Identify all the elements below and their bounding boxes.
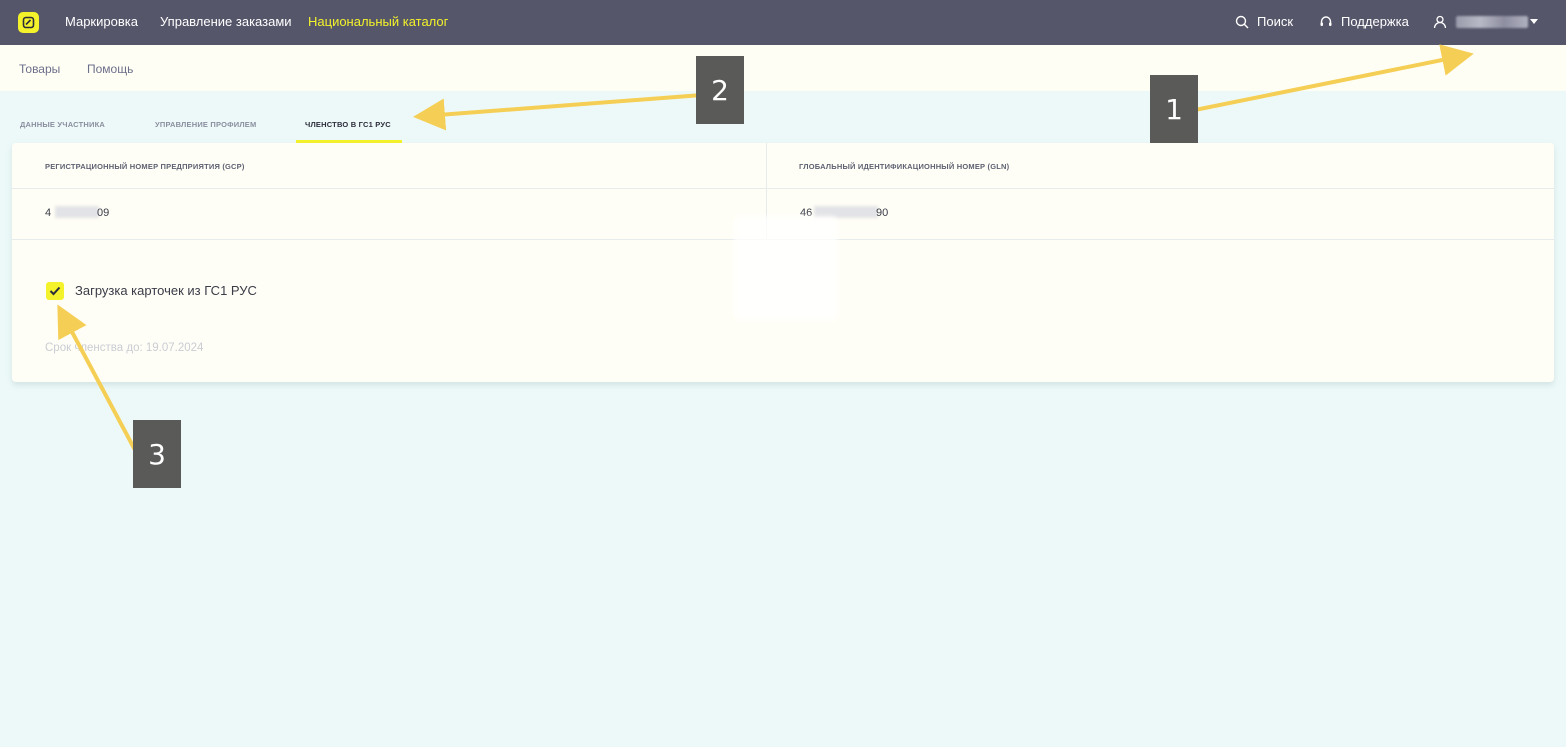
sub-navigation-bar: Товары Помощь [0, 45, 1566, 91]
load-cards-checkbox[interactable] [46, 282, 64, 300]
load-cards-label[interactable]: Загрузка карточек из ГС1 РУС [75, 283, 257, 298]
gcp-label: Регистрационный номер предприятия (GCP) [45, 162, 245, 171]
gln-label: Глобальный идентификационный номер (GLN) [799, 162, 1010, 171]
gln-value-end: 90 [876, 207, 889, 219]
checkmark-icon [49, 286, 61, 296]
user-icon[interactable] [1433, 15, 1447, 29]
nav-item-order-management[interactable]: Управление заказами [160, 14, 292, 29]
search-icon [1235, 15, 1249, 28]
nav-item-marking[interactable]: Маркировка [65, 14, 138, 29]
tab-gs1-membership[interactable]: Членство в ГС1 РУС [305, 120, 391, 129]
headset-icon [1320, 15, 1332, 26]
search-link[interactable]: Поиск [1235, 14, 1293, 29]
support-link[interactable]: Поддержка [1319, 14, 1409, 29]
card-header-row: Регистрационный номер предприятия (GCP) … [12, 143, 1554, 189]
support-label: Поддержка [1341, 14, 1409, 29]
user-name-redacted[interactable] [1456, 16, 1528, 28]
subnav-goods[interactable]: Товары [19, 62, 60, 76]
search-label: Поиск [1257, 14, 1294, 29]
membership-card: Регистрационный номер предприятия (GCP) … [12, 143, 1554, 382]
subnav-help[interactable]: Помощь [87, 62, 133, 76]
nav-item-national-catalog[interactable]: Национальный каталог [308, 14, 448, 29]
ghost-overlay [734, 216, 838, 320]
annotation-marker-2: 2 [696, 56, 744, 124]
membership-expiry: Срок членства до: 19.07.2024 [45, 342, 204, 354]
annotation-marker-3: 3 [133, 420, 181, 488]
caret-down-icon[interactable] [1530, 19, 1538, 24]
logo-icon[interactable] [18, 12, 39, 33]
gcp-value-end: 09 [97, 207, 110, 219]
top-navigation-bar: Маркировка Управление заказами Националь… [0, 0, 1566, 45]
gcp-value-redacted [55, 206, 99, 218]
tab-participant-data[interactable]: Данные участника [20, 120, 105, 129]
annotation-marker-1: 1 [1150, 75, 1198, 143]
tab-profile-management[interactable]: Управление профилем [155, 120, 256, 129]
gcp-value-start: 4 [45, 207, 52, 219]
